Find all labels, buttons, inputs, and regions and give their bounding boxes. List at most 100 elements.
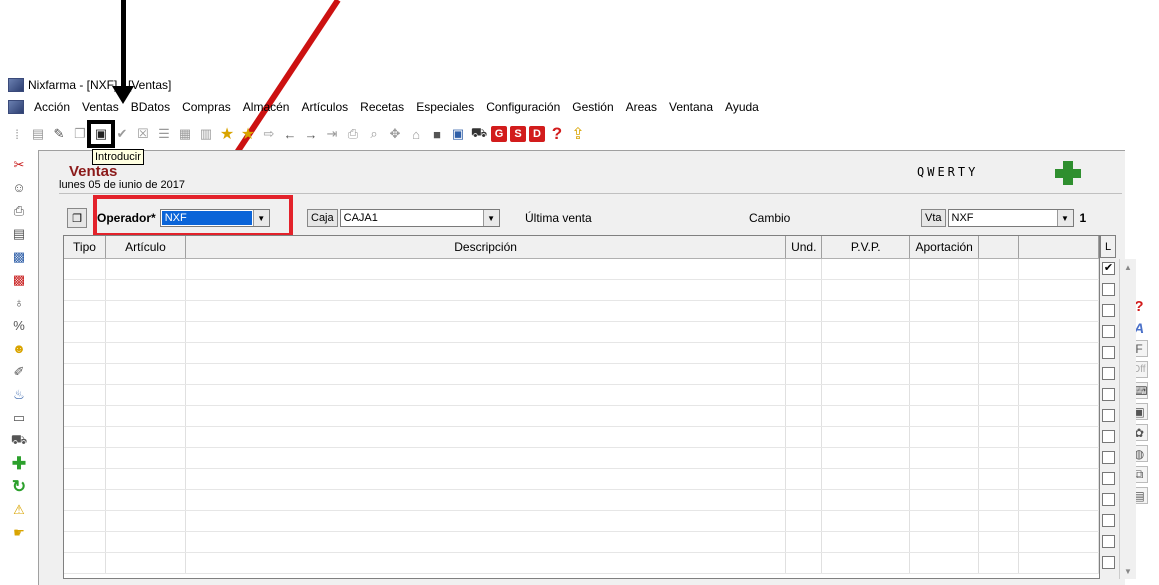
table-cell[interactable] xyxy=(1019,532,1099,552)
table-cell[interactable] xyxy=(186,427,787,447)
row-checkbox[interactable] xyxy=(1102,514,1115,527)
d-icon[interactable]: D xyxy=(529,126,545,142)
table-cell[interactable] xyxy=(64,448,106,468)
col-pvp[interactable]: P.V.P. xyxy=(822,236,911,258)
print-icon[interactable]: ⎙ xyxy=(344,125,362,143)
table-cell[interactable] xyxy=(910,490,980,510)
table-row[interactable] xyxy=(64,259,1099,280)
star2-icon[interactable]: ★ xyxy=(239,125,257,143)
card-icon[interactable]: ▭ xyxy=(10,409,28,426)
warning-icon[interactable]: ⚠ xyxy=(10,501,28,518)
row-checkbox[interactable] xyxy=(1102,409,1115,422)
caja-button[interactable]: Caja xyxy=(307,209,338,227)
table-cell[interactable] xyxy=(979,553,1020,573)
menu-bdatos[interactable]: BDatos xyxy=(125,100,176,114)
table-cell[interactable] xyxy=(64,532,106,552)
table-cell[interactable] xyxy=(979,259,1020,279)
table-cell[interactable] xyxy=(979,301,1020,321)
table-cell[interactable] xyxy=(786,343,823,363)
table-cell[interactable] xyxy=(979,406,1020,426)
caja-combo[interactable]: CAJA1 ▼ xyxy=(339,209,500,227)
table-cell[interactable] xyxy=(106,469,186,489)
form-icon[interactable]: ▤ xyxy=(10,225,28,242)
table-cell[interactable] xyxy=(822,469,911,489)
check-icon[interactable]: ✔ xyxy=(113,125,131,143)
table-cell[interactable] xyxy=(186,469,787,489)
system-menu-icon[interactable] xyxy=(8,100,24,114)
table-cell[interactable] xyxy=(64,427,106,447)
table-cell[interactable] xyxy=(979,343,1020,363)
table-cell[interactable] xyxy=(786,511,823,531)
chart-icon[interactable]: ▥ xyxy=(197,125,215,143)
table-cell[interactable] xyxy=(822,385,911,405)
table-cell[interactable] xyxy=(822,553,911,573)
table-cell[interactable] xyxy=(910,553,980,573)
refresh-icon[interactable]: ↻ xyxy=(10,477,28,496)
col-extra2[interactable] xyxy=(1019,236,1099,258)
table-cell[interactable] xyxy=(64,280,106,300)
row-checkbox[interactable]: ✔ xyxy=(1102,262,1115,275)
dropdown-arrow-icon[interactable]: ▼ xyxy=(1056,210,1073,226)
flask-icon[interactable]: ♨ xyxy=(10,386,28,403)
table-row[interactable] xyxy=(64,553,1099,574)
table-row[interactable] xyxy=(64,322,1099,343)
menu-compras[interactable]: Compras xyxy=(176,100,237,114)
scroll-up-icon[interactable]: ▲ xyxy=(1120,259,1136,275)
table-cell[interactable] xyxy=(910,280,980,300)
table-cell[interactable] xyxy=(786,448,823,468)
table-cell[interactable] xyxy=(64,364,106,384)
plus-icon[interactable]: ✚ xyxy=(10,454,28,473)
table-cell[interactable] xyxy=(186,343,787,363)
table-cell[interactable] xyxy=(1019,553,1099,573)
table-cell[interactable] xyxy=(910,385,980,405)
percent-icon[interactable]: % xyxy=(10,317,28,334)
table-cell[interactable] xyxy=(910,322,980,342)
table-cell[interactable] xyxy=(1019,322,1099,342)
table-cell[interactable] xyxy=(1019,301,1099,321)
table-cell[interactable] xyxy=(979,364,1020,384)
table-cell[interactable] xyxy=(910,406,980,426)
table-cell[interactable] xyxy=(186,490,787,510)
table-cell[interactable] xyxy=(106,301,186,321)
table-cell[interactable] xyxy=(979,490,1020,510)
row-checkbox[interactable] xyxy=(1102,304,1115,317)
cancel-icon[interactable]: ☒ xyxy=(134,125,152,143)
table-cell[interactable] xyxy=(186,322,787,342)
table-row[interactable] xyxy=(64,532,1099,553)
table-cell[interactable] xyxy=(186,532,787,552)
stop-icon[interactable]: ■ xyxy=(428,125,446,143)
no-icon[interactable]: ▩ xyxy=(10,271,28,288)
row-checkbox[interactable] xyxy=(1102,535,1115,548)
table-cell[interactable] xyxy=(1019,385,1099,405)
table-cell[interactable] xyxy=(786,553,823,573)
row-checkbox[interactable] xyxy=(1102,451,1115,464)
table-cell[interactable] xyxy=(64,406,106,426)
table-cell[interactable] xyxy=(64,469,106,489)
table-cell[interactable] xyxy=(979,511,1020,531)
table-cell[interactable] xyxy=(1019,427,1099,447)
row-checkbox[interactable] xyxy=(1102,388,1115,401)
menu-ventas[interactable]: Ventas xyxy=(76,100,125,114)
list2-icon[interactable]: ▦ xyxy=(176,125,194,143)
table-cell[interactable] xyxy=(822,427,911,447)
star-icon[interactable]: ★ xyxy=(218,125,236,143)
row-checkbox[interactable] xyxy=(1102,472,1115,485)
table-cell[interactable] xyxy=(822,532,911,552)
table-cell[interactable] xyxy=(910,343,980,363)
table-row[interactable] xyxy=(64,469,1099,490)
table-cell[interactable] xyxy=(822,364,911,384)
table-cell[interactable] xyxy=(106,343,186,363)
table-cell[interactable] xyxy=(106,448,186,468)
row-checkbox[interactable] xyxy=(1102,430,1115,443)
menu-recetas[interactable]: Recetas xyxy=(354,100,410,114)
g-icon[interactable]: G xyxy=(491,126,507,142)
table-cell[interactable] xyxy=(64,553,106,573)
col-extra1[interactable] xyxy=(979,236,1020,258)
table-cell[interactable] xyxy=(786,322,823,342)
table-cell[interactable] xyxy=(186,511,787,531)
table-cell[interactable] xyxy=(106,490,186,510)
note-icon[interactable]: ▤ xyxy=(29,125,47,143)
table-cell[interactable] xyxy=(64,490,106,510)
scissors-icon[interactable]: ✂ xyxy=(10,156,28,173)
col-tipo[interactable]: Tipo xyxy=(64,236,106,258)
